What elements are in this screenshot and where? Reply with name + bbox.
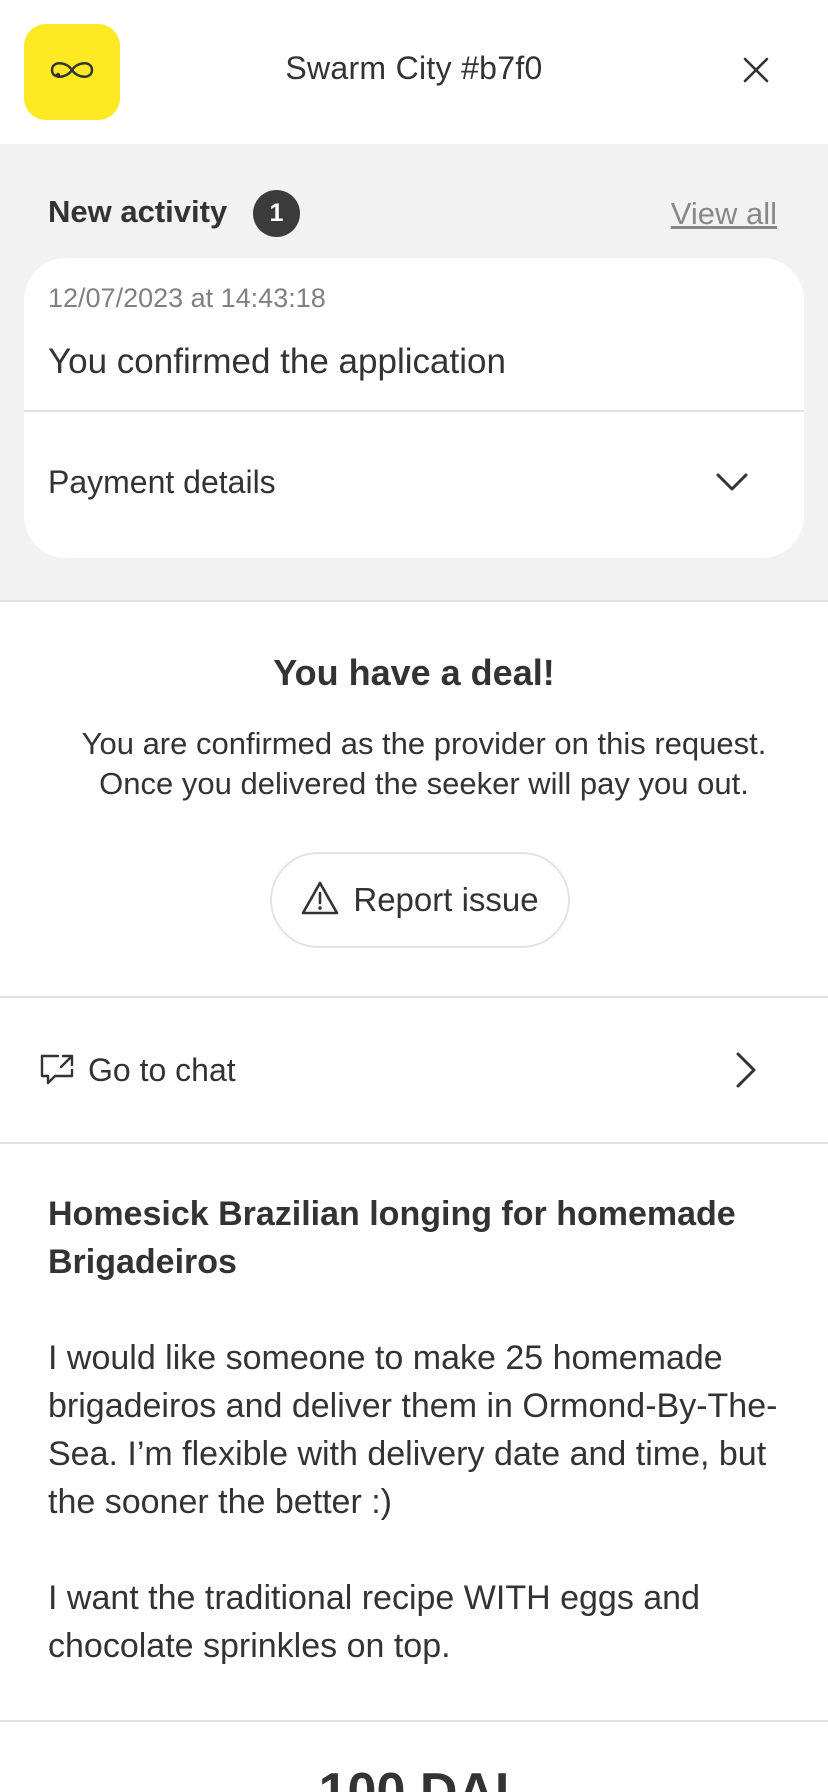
- activity-section: New activity 1 View all 12/07/2023 at 14…: [0, 144, 828, 602]
- request-paragraph-1: I would like someone to make 25 homemade…: [48, 1339, 778, 1521]
- app-header: Swarm City #b7f0: [0, 0, 828, 144]
- deal-line-2: Once you delivered the seeker will pay y…: [99, 766, 749, 801]
- section-divider: [0, 1142, 828, 1144]
- payment-details-toggle[interactable]: Payment details: [24, 412, 804, 558]
- report-issue-label: Report issue: [353, 881, 539, 918]
- request-title: Homesick Brazilian longing for homemade …: [48, 1195, 736, 1281]
- section-divider: [0, 1720, 828, 1722]
- activity-timestamp: 12/07/2023 at 14:43:18: [48, 283, 326, 313]
- activity-count-badge: 1: [253, 190, 300, 237]
- chevron-down-icon: [712, 462, 752, 502]
- report-issue-button[interactable]: Report issue: [270, 852, 570, 948]
- close-icon: [742, 56, 770, 89]
- deal-line-1: You are confirmed as the provider on thi…: [81, 726, 767, 761]
- chevron-right-icon: [726, 1050, 762, 1090]
- payment-details-label: Payment details: [48, 464, 276, 500]
- chat-link-icon: [38, 1052, 76, 1088]
- activity-card: 12/07/2023 at 14:43:18 You confirmed the…: [24, 258, 804, 558]
- deal-title: You have a deal!: [273, 652, 555, 693]
- activity-message: You confirmed the application: [48, 342, 506, 381]
- page-title: Swarm City #b7f0: [285, 50, 543, 86]
- view-all-link[interactable]: View all: [671, 196, 777, 232]
- request-price: 100 DAI: [318, 1763, 510, 1792]
- request-paragraph-2: I want the traditional recipe WITH eggs …: [48, 1579, 700, 1665]
- activity-heading: New activity: [48, 194, 228, 229]
- deal-section: You have a deal! You are confirmed as th…: [0, 602, 828, 996]
- warning-icon: [301, 881, 339, 920]
- close-button[interactable]: [730, 46, 782, 98]
- request-description: Homesick Brazilian longing for homemade …: [48, 1190, 788, 1670]
- go-to-chat-row[interactable]: Go to chat: [0, 998, 828, 1142]
- deal-description: You are confirmed as the provider on thi…: [20, 724, 828, 804]
- go-to-chat-label: Go to chat: [88, 1052, 236, 1088]
